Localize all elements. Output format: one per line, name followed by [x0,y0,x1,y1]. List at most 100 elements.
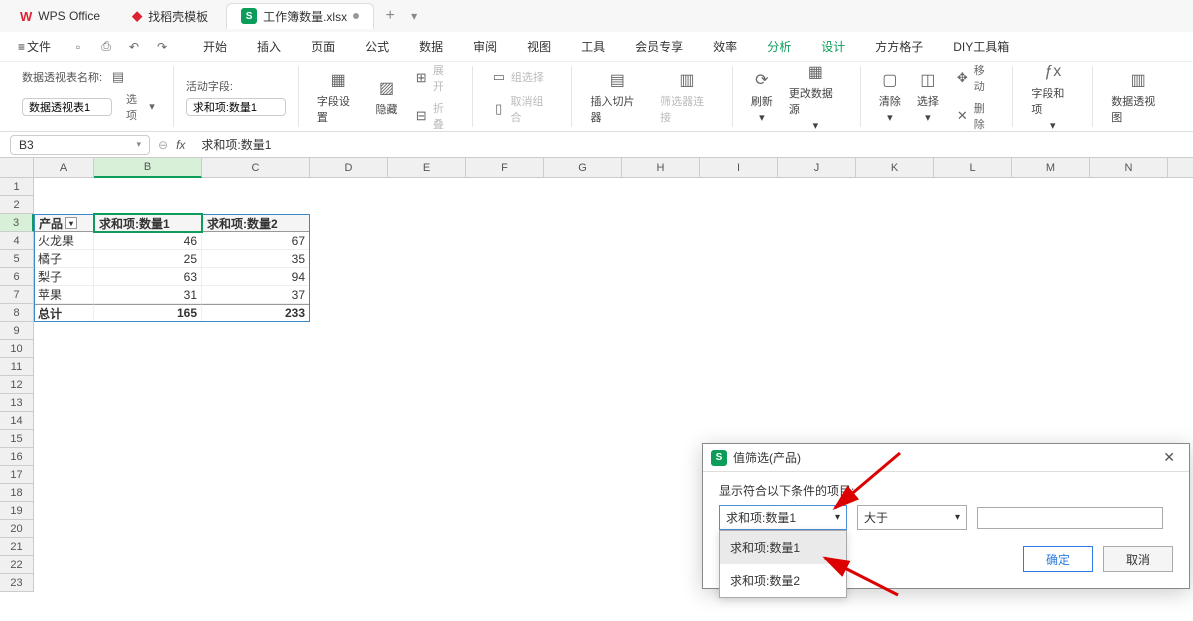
cell-C5[interactable]: 35 [202,250,310,268]
cell-A7[interactable]: 苹果 [34,286,94,304]
row-header-2[interactable]: 2 [0,196,34,214]
active-field-input[interactable] [186,98,286,116]
formula-input[interactable]: 求和项:数量1 [193,134,1183,155]
row-header-20[interactable]: 20 [0,520,34,538]
row-header-10[interactable]: 10 [0,340,34,358]
row-header-3[interactable]: 3 [0,214,34,232]
fx-icon[interactable]: fx [176,138,185,152]
ok-button[interactable]: 确定 [1023,546,1093,572]
row-header-17[interactable]: 17 [0,466,34,484]
undo-icon[interactable]: ↶ [125,38,143,56]
cell-B3[interactable]: 求和项:数量1 [94,214,202,232]
name-box[interactable]: B3 ▾ [10,135,150,155]
file-tab[interactable]: S 工作簿数量.xlsx [226,3,374,29]
cancel-button[interactable]: 取消 [1103,546,1173,572]
row-header-1[interactable]: 1 [0,178,34,196]
menu-data[interactable]: 数据 [409,34,453,59]
template-tab[interactable]: ◆ 找稻壳模板 [118,3,222,29]
column-header-B[interactable]: B [94,158,202,178]
dropdown-option-1[interactable]: 求和项:数量1 [720,531,846,564]
clear-button[interactable]: ▢清除 ▾ [873,67,907,126]
select-all-corner[interactable] [0,158,34,178]
column-header-D[interactable]: D [310,158,388,178]
row-header-9[interactable]: 9 [0,322,34,340]
dialog-close-button[interactable]: ✕ [1157,447,1181,468]
row-header-21[interactable]: 21 [0,538,34,556]
column-header-G[interactable]: G [544,158,622,178]
row-header-11[interactable]: 11 [0,358,34,376]
cell-A5[interactable]: 橘子 [34,250,94,268]
row-header-5[interactable]: 5 [0,250,34,268]
delete-button[interactable]: ✕删除 [949,98,1001,134]
column-header-K[interactable]: K [856,158,934,178]
print-icon[interactable]: ⎙ [97,38,115,56]
menu-efficiency[interactable]: 效率 [703,34,747,59]
move-button[interactable]: ✥移动 [949,60,1001,96]
filter-dropdown-icon[interactable]: ▾ [65,217,77,229]
pivot-chart-button[interactable]: ▥数据透视图 [1105,67,1171,127]
cell-A3[interactable]: 产品▾ [34,214,94,232]
list-icon[interactable]: ▤ [110,69,126,85]
cell-A6[interactable]: 梨子 [34,268,94,286]
menu-start[interactable]: 开始 [193,34,237,59]
column-header-H[interactable]: H [622,158,700,178]
change-source-button[interactable]: ▦更改数据源 ▾ [783,59,848,134]
menu-analyze[interactable]: 分析 [757,34,801,59]
cancel-formula-icon[interactable]: ⊖ [158,138,168,152]
cell-C8[interactable]: 233 [202,304,310,322]
menu-review[interactable]: 审阅 [463,34,507,59]
menu-ffgrid[interactable]: 方方格子 [865,34,933,59]
filter-value-input[interactable] [977,507,1163,529]
column-header-O[interactable]: O [1168,158,1193,178]
menu-member[interactable]: 会员专享 [625,34,693,59]
cell-C4[interactable]: 67 [202,232,310,250]
cell-C7[interactable]: 37 [202,286,310,304]
column-header-E[interactable]: E [388,158,466,178]
dropdown-option-2[interactable]: 求和项:数量2 [720,564,846,597]
filter-operator-select[interactable]: 大于 ▾ [857,505,967,530]
cell-B8[interactable]: 165 [94,304,202,322]
row-header-22[interactable]: 22 [0,556,34,574]
cell-B5[interactable]: 25 [94,250,202,268]
cell-C6[interactable]: 94 [202,268,310,286]
app-tab[interactable]: W WPS Office [6,3,114,29]
row-header-8[interactable]: 8 [0,304,34,322]
menu-design[interactable]: 设计 [811,34,855,59]
row-header-16[interactable]: 16 [0,448,34,466]
menu-insert[interactable]: 插入 [247,34,291,59]
menu-diy[interactable]: DIY工具箱 [943,34,1019,59]
filter-field-select[interactable]: 求和项:数量1 ▾ 求和项:数量1 求和项:数量2 [719,505,847,530]
fields-items-button[interactable]: ƒx字段和项 ▾ [1025,59,1080,134]
select-button[interactable]: ◫选择 ▾ [911,67,945,126]
row-header-14[interactable]: 14 [0,412,34,430]
options-button[interactable]: 选项 ▾ [120,89,161,125]
column-header-N[interactable]: N [1090,158,1168,178]
column-header-L[interactable]: L [934,158,1012,178]
column-header-M[interactable]: M [1012,158,1090,178]
column-header-I[interactable]: I [700,158,778,178]
row-header-23[interactable]: 23 [0,574,34,592]
menu-view[interactable]: 视图 [517,34,561,59]
menu-page[interactable]: 页面 [301,34,345,59]
hide-button[interactable]: ▨隐藏 [370,75,404,119]
menu-hamburger[interactable]: ≡ 文件 [10,34,59,59]
dialog-titlebar[interactable]: S 值筛选(产品) ✕ [703,444,1189,472]
column-header-F[interactable]: F [466,158,544,178]
cell-B4[interactable]: 46 [94,232,202,250]
row-header-4[interactable]: 4 [0,232,34,250]
row-header-7[interactable]: 7 [0,286,34,304]
pivot-name-input[interactable] [22,98,112,116]
cell-B6[interactable]: 63 [94,268,202,286]
row-header-15[interactable]: 15 [0,430,34,448]
cell-B7[interactable]: 31 [94,286,202,304]
cell-A8[interactable]: 总计 [34,304,94,322]
cell-A4[interactable]: 火龙果 [34,232,94,250]
refresh-button[interactable]: ⟳刷新 ▾ [745,67,779,126]
field-settings-button[interactable]: ▦字段设置 [311,67,366,127]
row-header-19[interactable]: 19 [0,502,34,520]
save-icon[interactable]: ▫ [69,38,87,56]
insert-slicer-button[interactable]: ▤插入切片器 [584,67,650,127]
column-header-C[interactable]: C [202,158,310,178]
cell-C3[interactable]: 求和项:数量2 [202,214,310,232]
column-header-A[interactable]: A [34,158,94,178]
